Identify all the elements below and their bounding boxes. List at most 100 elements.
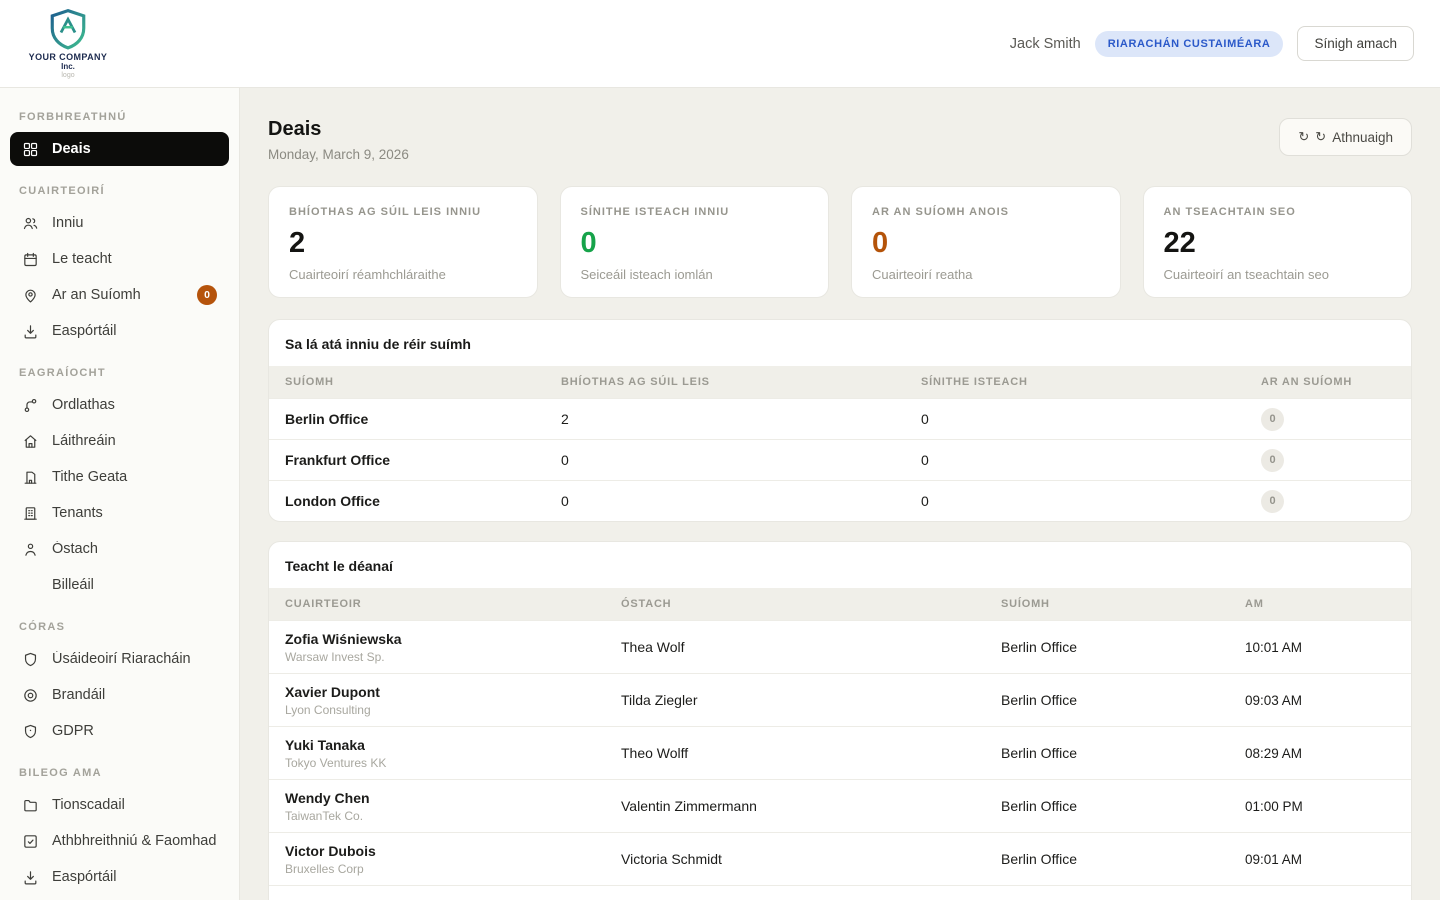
sidebar-item-label: Billeáil xyxy=(52,577,217,593)
person-icon xyxy=(22,541,39,558)
on-site-cell: 0 xyxy=(1245,449,1411,472)
sidebar-item-label: Tenants xyxy=(52,505,217,521)
host-cell: Valentin Zimmermann xyxy=(605,798,985,814)
on-site-cell: 0 xyxy=(1245,490,1411,513)
sidebar-item-export-visitors[interactable]: Easpórtáil xyxy=(10,314,229,348)
visitor-name: Zofia Wiśniewska xyxy=(285,631,589,647)
sidebar-item-gatehouses[interactable]: Tithe Geata xyxy=(10,460,229,494)
sidebar-item-label: Athbhreithniú & Faomhadh xyxy=(52,833,217,849)
stat-subtext: Seiceáil isteach iomlán xyxy=(581,267,809,282)
sidebar-item-sites[interactable]: Láithreáin xyxy=(10,424,229,458)
page-date: Monday, March 9, 2026 xyxy=(268,147,409,162)
sidebar-item-label: Brandáil xyxy=(52,687,217,703)
column-header: CUAIRTEOIR xyxy=(269,598,605,610)
sidebar-item-billing[interactable]: Billeáil xyxy=(10,568,229,602)
table-row: Frankfurt Office 0 0 0 xyxy=(269,439,1411,480)
sidebar-item-label: Easpórtáil xyxy=(52,323,217,339)
host-cell: Tilda Ziegler xyxy=(605,692,985,708)
visitor-company: Lyon Consulting xyxy=(285,703,589,717)
visitor-company: Warsaw Invest Sp. xyxy=(285,650,589,664)
visitor-name: Victor Dubois xyxy=(285,843,589,859)
sidebar-item-export-timesheet[interactable]: Easpórtáil xyxy=(10,860,229,894)
sidebar-item-label: Úsáideoirí Riaracháin xyxy=(52,651,217,667)
download-icon xyxy=(22,323,39,340)
host-cell: Theo Wolff xyxy=(605,745,985,761)
sign-out-button[interactable]: Sínigh amach xyxy=(1297,26,1414,61)
stat-subtext: Cuairteoirí an tseachtain seo xyxy=(1164,267,1392,282)
page-title: Deais xyxy=(268,118,409,141)
table-row: Yuki Tanaka Tokyo Ventures KK Theo Wolff… xyxy=(269,726,1411,779)
time-cell: 09:03 AM xyxy=(1229,693,1411,708)
visitor-cell: Wendy Chen TaiwanTek Co. xyxy=(269,790,605,823)
stat-value: 22 xyxy=(1164,227,1392,260)
refresh-icon: ↻ xyxy=(1315,129,1326,145)
sidebar-item-label: Ar an Suíomh xyxy=(52,287,184,303)
on-site-count-badge: 0 xyxy=(197,285,217,305)
column-header: AR AN SUÍOMH xyxy=(1245,376,1411,388)
sidebar-item-today[interactable]: Inniu xyxy=(10,206,229,240)
download-icon xyxy=(22,869,39,886)
sidebar-item-branding[interactable]: Brandáil xyxy=(10,678,229,712)
sidebar-item-on-site[interactable]: Ar an Suíomh 0 xyxy=(10,278,229,312)
stat-label: SÍNITHE ISTEACH INNIU xyxy=(581,206,809,218)
time-cell: 09:01 AM xyxy=(1229,852,1411,867)
dashboard-grid-icon xyxy=(22,141,39,158)
section-visitors: CUAIRTEOIRÍ xyxy=(10,168,229,204)
stat-card-expected-today: BHÍOTHAS AG SÚIL LEIS INNIU 2 Cuairteoir… xyxy=(268,186,538,298)
stat-card-this-week: AN TSEACHTAIN SEO 22 Cuairteoirí an tsea… xyxy=(1143,186,1413,298)
check-square-icon xyxy=(22,833,39,850)
stat-label: BHÍOTHAS AG SÚIL LEIS INNIU xyxy=(289,206,517,218)
main-content: Deais Monday, March 9, 2026 ↻ ↻ Athnuaig… xyxy=(240,88,1440,900)
sidebar-item-label: GDPR xyxy=(52,723,217,739)
sidebar-item-tenants[interactable]: Tenants xyxy=(10,496,229,530)
signed-in-cell: 0 xyxy=(905,452,1245,468)
stat-value: 0 xyxy=(581,227,809,260)
sidebar-item-dashboard[interactable]: Deais xyxy=(10,132,229,166)
logo-caption: logo xyxy=(61,72,74,79)
visitor-name: Yuki Tanaka xyxy=(285,737,589,753)
visitor-name: Xavier Dupont xyxy=(285,684,589,700)
site-cell: Berlin Office xyxy=(985,639,1229,655)
stat-card-on-site-now: AR AN SUÍOMH ANOIS 0 Cuairteoirí reatha xyxy=(851,186,1121,298)
stat-value: 0 xyxy=(872,227,1100,260)
visitor-company: Tokyo Ventures KK xyxy=(285,756,589,770)
today-by-site-panel: Sa lá atá inniu de réir suímh SUÍOMH BHÍ… xyxy=(268,319,1412,522)
time-cell: 10:01 AM xyxy=(1229,640,1411,655)
sidebar-item-label: Ordlathas xyxy=(52,397,217,413)
column-header: ÓSTACH xyxy=(605,598,985,610)
stat-card-signed-in-today: SÍNITHE ISTEACH INNIU 0 Seiceáil isteach… xyxy=(560,186,830,298)
visitor-cell: Zofia Wiśniewska Warsaw Invest Sp. xyxy=(269,631,605,664)
site-cell: Berlin Office xyxy=(985,692,1229,708)
table-row: Zofia Wiśniewska Warsaw Invest Sp. Thea … xyxy=(269,620,1411,673)
refresh-button[interactable]: ↻ ↻ Athnuaigh xyxy=(1279,118,1412,156)
recent-arrivals-panel: Teacht le déanaí CUAIRTEOIR ÓSTACH SUÍOM… xyxy=(268,541,1412,900)
sidebar-item-hosts[interactable]: Óstach xyxy=(10,532,229,566)
shield-icon xyxy=(22,651,39,668)
sidebar-item-admin-users[interactable]: Úsáideoirí Riaracháin xyxy=(10,642,229,676)
time-cell: 01:00 PM xyxy=(1229,799,1411,814)
shield-logo-icon xyxy=(47,8,89,50)
sidebar-item-upcoming[interactable]: Le teacht xyxy=(10,242,229,276)
sidebar-item-label: Easpórtáil xyxy=(52,869,217,885)
sidebar-item-label: Óstach xyxy=(52,541,217,557)
sidebar-item-label: Deais xyxy=(52,141,217,157)
refresh-icon: ↻ xyxy=(1298,129,1309,145)
stat-label: AR AN SUÍOMH ANOIS xyxy=(872,206,1100,218)
host-cell: Victoria Schmidt xyxy=(605,851,985,867)
sidebar-item-projects[interactable]: Tionscadail xyxy=(10,788,229,822)
time-cell: 08:29 AM xyxy=(1229,746,1411,761)
column-header: BHÍOTHAS AG SÚIL LEIS xyxy=(545,376,905,388)
on-site-count-pill: 0 xyxy=(1261,490,1284,513)
expected-cell: 0 xyxy=(545,452,905,468)
table-row: London Office 0 0 0 xyxy=(269,480,1411,521)
hierarchy-icon xyxy=(22,397,39,414)
stat-label: AN TSEACHTAIN SEO xyxy=(1164,206,1392,218)
site-cell: Berlin Office xyxy=(269,411,545,427)
section-overview: FORBHREATHNÚ xyxy=(10,94,229,130)
host-cell: Thea Wolf xyxy=(605,639,985,655)
sidebar-item-gdpr[interactable]: GDPR xyxy=(10,714,229,748)
target-icon xyxy=(22,687,39,704)
sidebar-item-hierarchy[interactable]: Ordlathas xyxy=(10,388,229,422)
sidebar-item-review-approval[interactable]: Athbhreithniú & Faomhadh xyxy=(10,824,229,858)
section-timesheet: BILEOG AMA xyxy=(10,750,229,786)
